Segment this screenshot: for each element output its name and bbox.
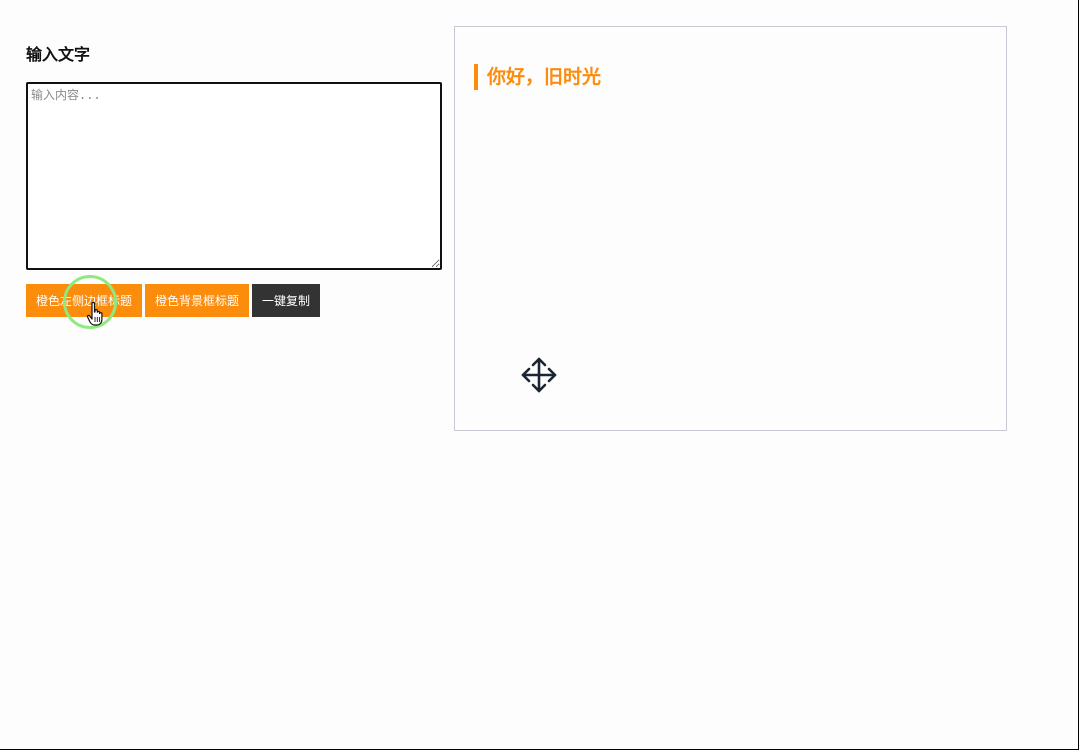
- preview-heading: 你好，旧时光: [474, 64, 601, 90]
- orange-background-title-button[interactable]: 橙色背景框标题: [145, 284, 250, 317]
- hand-pointer-icon: [86, 301, 103, 326]
- text-input[interactable]: [26, 82, 442, 270]
- editor-panel: 输入文字 橙色左侧边框标题 橙色背景框标题 一键复制: [26, 44, 442, 317]
- page: 输入文字 橙色左侧边框标题 橙色背景框标题 一键复制 你好，旧时光: [0, 0, 1079, 750]
- editor-title: 输入文字: [26, 45, 91, 64]
- move-cursor-icon: [521, 357, 557, 393]
- copy-all-button[interactable]: 一键复制: [252, 284, 321, 317]
